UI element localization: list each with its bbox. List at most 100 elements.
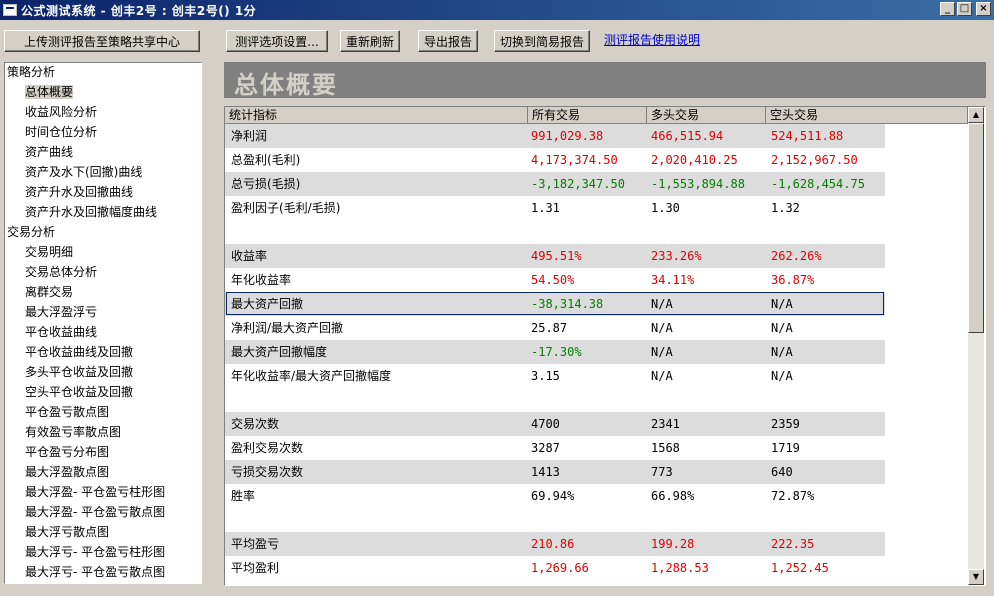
tree-item-label: 平仓收益曲线 bbox=[25, 325, 98, 339]
value-all-trades: 210.86 bbox=[531, 537, 575, 551]
table-row[interactable]: 平均盈亏 210.86 199.28 222.35 bbox=[225, 532, 965, 556]
tree-item[interactable]: 平仓收益曲线 bbox=[25, 323, 97, 341]
table-spacer-row bbox=[225, 220, 965, 244]
column-header-all[interactable]: 所有交易 bbox=[528, 107, 647, 124]
tree-item[interactable]: 最大浮亏- 平仓盈亏散点图 bbox=[25, 563, 165, 581]
table-row[interactable]: 收益率 495.51% 233.26% 262.26% bbox=[225, 244, 965, 268]
value-long-trades: 199.28 bbox=[651, 537, 695, 551]
tree-item-label: 资产及水下(回撤)曲线 bbox=[25, 165, 143, 179]
value-all-trades: 495.51% bbox=[531, 249, 582, 263]
tree-item[interactable]: 空头平仓收益及回撤 bbox=[25, 383, 133, 401]
tree-item-label: 交易明细 bbox=[25, 245, 74, 259]
tree-item[interactable]: 资产及水下(回撤)曲线 bbox=[25, 163, 142, 181]
column-header-metric[interactable]: 统计指标 bbox=[225, 107, 528, 124]
table-row[interactable]: 最大资产回撤 -38,314.38 N/A N/A bbox=[225, 292, 965, 316]
table-row[interactable]: 交易次数 4700 2341 2359 bbox=[225, 412, 965, 436]
metric-label: 净利润/最大资产回撤 bbox=[231, 321, 344, 335]
maximize-icon[interactable]: □ bbox=[957, 2, 972, 16]
tree-item-label: 空头平仓收益及回撤 bbox=[25, 385, 134, 399]
table-row[interactable]: 净利润/最大资产回撤 25.87 N/A N/A bbox=[225, 316, 965, 340]
column-header-long[interactable]: 多头交易 bbox=[647, 107, 766, 124]
tree-item[interactable]: 资产升水及回撤曲线 bbox=[25, 183, 133, 201]
close-icon[interactable]: × bbox=[976, 2, 991, 16]
tree-item[interactable]: 多头平仓收益及回撤 bbox=[25, 363, 133, 381]
tree-item[interactable]: 最大浮盈- 平仓盈亏散点图 bbox=[25, 503, 165, 521]
switch-simple-report-button[interactable]: 切换到简易报告 bbox=[494, 30, 590, 52]
scroll-up-icon[interactable]: ▲ bbox=[201, 63, 202, 79]
tree-scroll-thumb[interactable] bbox=[201, 79, 202, 454]
minimize-icon[interactable]: _ bbox=[940, 2, 955, 16]
tree-item[interactable]: 时间仓位分析 bbox=[25, 123, 97, 141]
value-short-trades: 72.87% bbox=[771, 489, 815, 503]
table-row[interactable]: 盈利因子(毛利/毛损) 1.31 1.30 1.32 bbox=[225, 196, 965, 220]
value-short-trades: 1719 bbox=[771, 441, 800, 455]
tree-group[interactable]: 交易分析 bbox=[7, 223, 55, 241]
table-row[interactable]: 总盈利(毛利) 4,173,374.50 2,020,410.25 2,152,967… bbox=[225, 148, 965, 172]
value-long-trades: 1,288.53 bbox=[651, 561, 709, 575]
table-row[interactable]: 亏损交易次数 1413 773 640 bbox=[225, 460, 965, 484]
value-all-trades: 54.50% bbox=[531, 273, 575, 287]
tree-item-label: 最大浮盈浮亏 bbox=[25, 305, 98, 319]
refresh-button[interactable]: 重新刷新 bbox=[340, 30, 400, 52]
value-long-trades: 1.30 bbox=[651, 201, 680, 215]
table-row[interactable]: 年化收益率 54.50% 34.11% 36.87% bbox=[225, 268, 965, 292]
value-short-trades: -1,628,454.75 bbox=[771, 177, 865, 191]
window-title: 公式测试系统 - 创丰2号 : 创丰2号() 1分 bbox=[21, 3, 257, 18]
tree-item[interactable]: 有效盈亏率散点图 bbox=[25, 423, 121, 441]
table-row[interactable]: 净利润 991,029.38 466,515.94 524,511.88 bbox=[225, 124, 965, 148]
tree-item[interactable]: 平仓盈亏散点图 bbox=[25, 403, 109, 421]
table-row[interactable]: 平均盈利 1,269.66 1,288.53 1,252.45 bbox=[225, 556, 965, 580]
tree-item[interactable]: 平仓收益曲线及回撤 bbox=[25, 343, 133, 361]
tree-item[interactable]: 总体概要 bbox=[25, 83, 74, 101]
tree-group[interactable]: 策略分析 bbox=[7, 63, 55, 81]
tree-item[interactable]: 离群交易 bbox=[25, 283, 73, 301]
export-report-button[interactable]: 导出报告 bbox=[418, 30, 478, 52]
value-short-trades: 36.87% bbox=[771, 273, 815, 287]
tree-item[interactable]: 最大浮亏- 平仓盈亏柱形图 bbox=[25, 543, 165, 561]
tree-item[interactable]: 最大浮盈散点图 bbox=[25, 463, 109, 481]
value-all-trades: 69.94% bbox=[531, 489, 575, 503]
tree-item-label: 时间仓位分析 bbox=[25, 125, 98, 139]
table-scrollbar[interactable]: ▲ ▼ bbox=[968, 107, 984, 585]
table-row[interactable]: 盈利交易次数 3287 1568 1719 bbox=[225, 436, 965, 460]
value-long-trades: N/A bbox=[651, 297, 673, 311]
table-row[interactable]: 总亏损(毛损) -3,182,347.50 -1,553,894.88 -1,628,… bbox=[225, 172, 965, 196]
tree-item[interactable]: 收益风险分析 bbox=[25, 103, 97, 121]
value-all-trades: 4,173,374.50 bbox=[531, 153, 618, 167]
table-row[interactable]: 最大资产回撤幅度 -17.30% N/A N/A bbox=[225, 340, 965, 364]
tree-item[interactable]: 资产升水及回撤幅度曲线 bbox=[25, 203, 157, 221]
table-row[interactable]: 胜率 69.94% 66.98% 72.87% bbox=[225, 484, 965, 508]
value-all-trades: 3.15 bbox=[531, 369, 560, 383]
scroll-up-icon[interactable]: ▲ bbox=[968, 107, 984, 123]
value-long-trades: N/A bbox=[651, 369, 673, 383]
value-short-trades: 640 bbox=[771, 465, 793, 479]
table-scroll-thumb[interactable] bbox=[968, 123, 984, 333]
value-long-trades: N/A bbox=[651, 345, 673, 359]
upload-report-button[interactable]: 上传测评报告至策略共享中心 bbox=[4, 30, 200, 52]
tree-item[interactable]: 最大浮盈- 平仓盈亏柱形图 bbox=[25, 483, 165, 501]
tree-item[interactable]: 交易总体分析 bbox=[25, 263, 97, 281]
tree-item-label: 最大浮盈- 平仓盈亏柱形图 bbox=[25, 485, 166, 499]
tree-item[interactable]: 最大浮亏散点图 bbox=[25, 523, 109, 541]
test-options-button[interactable]: 测评选项设置... bbox=[226, 30, 328, 52]
metric-label: 净利润 bbox=[231, 129, 268, 143]
value-long-trades: 233.26% bbox=[651, 249, 702, 263]
tree-item-label: 平仓收益曲线及回撤 bbox=[25, 345, 134, 359]
summary-table: 统计指标 所有交易 多头交易 空头交易 净利润 991,029.38 466,515… bbox=[224, 106, 986, 586]
tree-item-label: 资产升水及回撤曲线 bbox=[25, 185, 134, 199]
scroll-down-icon[interactable]: ▼ bbox=[968, 569, 984, 585]
value-all-trades: 1,269.66 bbox=[531, 561, 589, 575]
report-help-link[interactable]: 测评报告使用说明 bbox=[604, 31, 700, 48]
scroll-down-icon[interactable]: ▼ bbox=[201, 567, 202, 583]
tree-item[interactable]: 平仓盈亏分布图 bbox=[25, 443, 109, 461]
tree-item[interactable]: 资产曲线 bbox=[25, 143, 73, 161]
section-header: 总体概要 bbox=[224, 62, 986, 99]
column-header-short[interactable]: 空头交易 bbox=[766, 107, 968, 124]
tree-item[interactable]: 交易明细 bbox=[25, 243, 73, 261]
value-long-trades: 34.11% bbox=[651, 273, 695, 287]
metric-label: 年化收益率/最大资产回撤幅度 bbox=[231, 369, 392, 383]
value-all-trades: 1.31 bbox=[531, 201, 560, 215]
table-row[interactable]: 年化收益率/最大资产回撤幅度 3.15 N/A N/A bbox=[225, 364, 965, 388]
tree-scrollbar[interactable]: ▲ ▼ bbox=[201, 63, 202, 583]
tree-item[interactable]: 最大浮盈浮亏 bbox=[25, 303, 97, 321]
